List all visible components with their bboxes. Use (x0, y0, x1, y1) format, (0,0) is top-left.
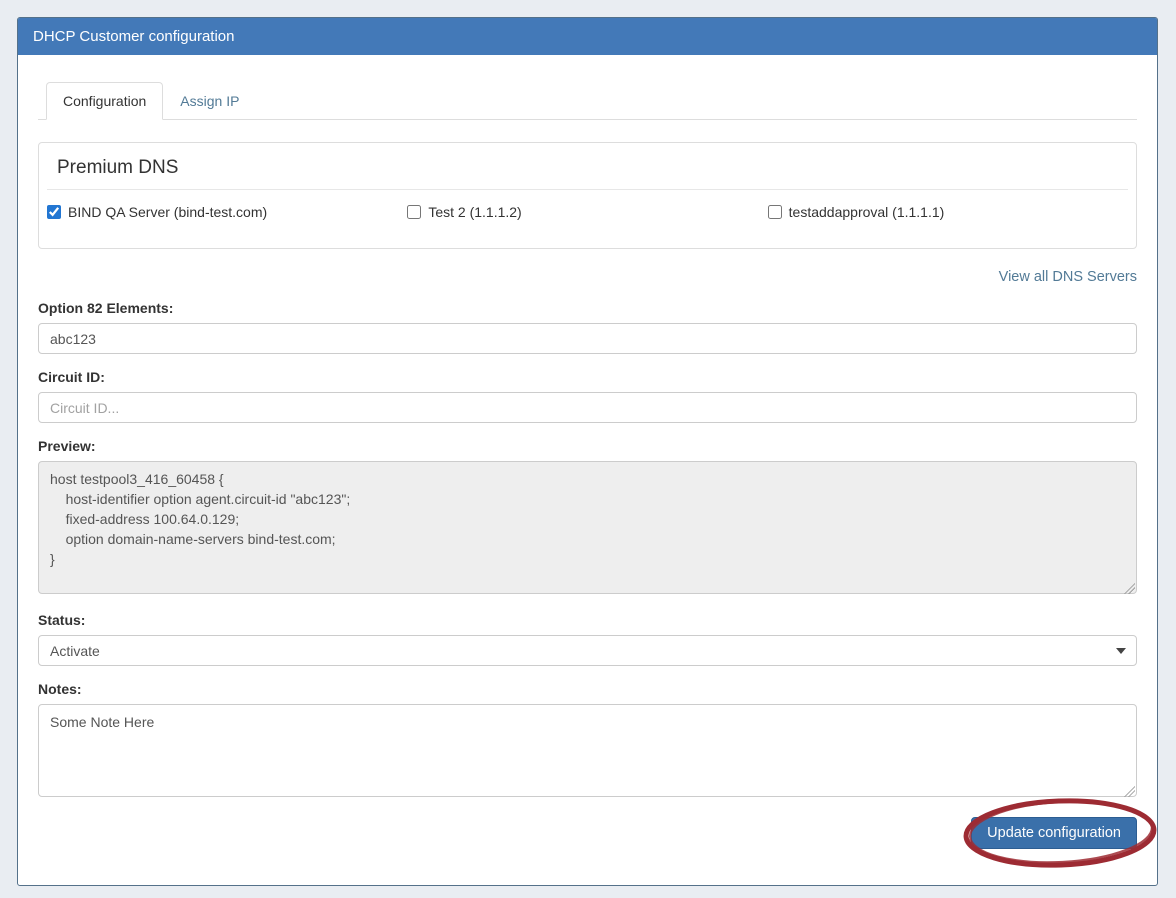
dns-server-checkbox[interactable] (768, 205, 782, 219)
status-select[interactable]: Activate (38, 635, 1137, 666)
dns-server-checkbox[interactable] (407, 205, 421, 219)
dns-server-label: BIND QA Server (bind-test.com) (68, 204, 267, 220)
update-configuration-button[interactable]: Update configuration (971, 817, 1137, 849)
notes-label: Notes: (38, 681, 1137, 697)
action-row: Update configuration (38, 817, 1137, 869)
circuit-id-group: Circuit ID: (38, 369, 1137, 423)
panel-body: Configuration Assign IP Premium DNS BIND… (18, 55, 1157, 869)
option82-group: Option 82 Elements: (38, 300, 1137, 354)
preview-textarea[interactable]: host testpool3_416_60458 { host-identifi… (38, 461, 1137, 594)
dns-server-option-testaddapproval[interactable]: testaddapproval (1.1.1.1) (768, 204, 1128, 220)
dns-server-label: Test 2 (1.1.1.2) (428, 204, 521, 220)
dns-server-option-test2[interactable]: Test 2 (1.1.1.2) (407, 204, 767, 220)
preview-group: Preview: host testpool3_416_60458 { host… (38, 438, 1137, 597)
view-all-dns-servers-link[interactable]: View all DNS Servers (999, 269, 1137, 285)
status-label: Status: (38, 612, 1137, 628)
preview-label: Preview: (38, 438, 1137, 454)
tab-configuration[interactable]: Configuration (46, 82, 163, 120)
notes-group: Notes: Some Note Here (38, 681, 1137, 800)
circuit-id-input[interactable] (38, 392, 1137, 423)
circuit-id-label: Circuit ID: (38, 369, 1137, 385)
premium-dns-heading: Premium DNS (47, 153, 1128, 190)
dns-server-option-bind-qa[interactable]: BIND QA Server (bind-test.com) (47, 204, 407, 220)
panel-title: DHCP Customer configuration (33, 28, 234, 45)
status-group: Status: Activate (38, 612, 1137, 666)
option82-label: Option 82 Elements: (38, 300, 1137, 316)
dns-link-row: View all DNS Servers (38, 268, 1137, 285)
dns-server-list: BIND QA Server (bind-test.com) Test 2 (1… (47, 204, 1128, 220)
tab-bar: Configuration Assign IP (38, 82, 1137, 120)
dhcp-config-panel: DHCP Customer configuration Configuratio… (17, 17, 1158, 886)
notes-textarea[interactable]: Some Note Here (38, 704, 1137, 797)
tab-configuration-label: Configuration (63, 93, 146, 109)
dns-server-label: testaddapproval (1.1.1.1) (789, 204, 945, 220)
option82-input[interactable] (38, 323, 1137, 354)
tab-assign-ip-label: Assign IP (180, 93, 239, 109)
tab-assign-ip[interactable]: Assign IP (163, 82, 256, 120)
dns-server-checkbox[interactable] (47, 205, 61, 219)
premium-dns-section: Premium DNS BIND QA Server (bind-test.co… (38, 142, 1137, 249)
panel-header: DHCP Customer configuration (18, 18, 1157, 55)
